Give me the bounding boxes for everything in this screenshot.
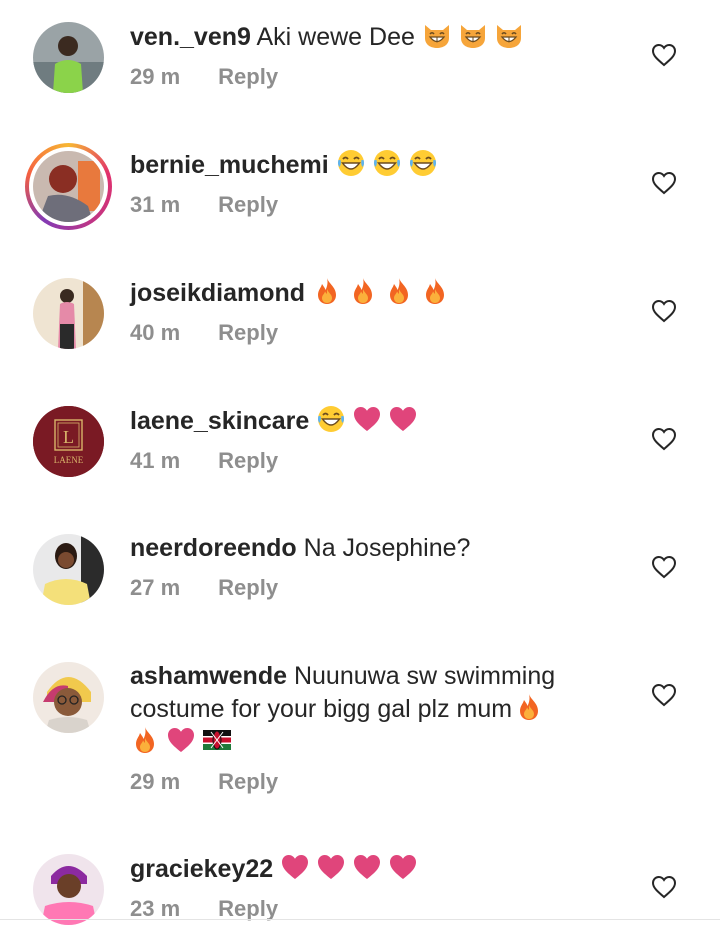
laene-logo[interactable]: L LAENE — [33, 406, 104, 477]
reply-button[interactable]: Reply — [218, 448, 278, 473]
comment-text: neerdoreendo Na Josephine? — [130, 532, 620, 564]
timestamp: 40 m — [130, 320, 181, 345]
laughing-face-icon — [316, 404, 346, 434]
heart-outline-icon[interactable] — [651, 299, 677, 323]
comment-body: ashamwende Nuunuwa sw swimming costume f… — [130, 660, 620, 795]
grinning-cat-icon — [422, 20, 452, 50]
avatar[interactable] — [33, 22, 104, 93]
comment-meta: 29 m Reply — [130, 64, 620, 90]
comment-meta: 41 m Reply — [130, 448, 620, 474]
username[interactable]: joseikdiamond — [130, 279, 305, 307]
reply-button[interactable]: Reply — [218, 575, 278, 600]
fire-icon — [514, 692, 544, 722]
username[interactable]: graciekey22 — [130, 855, 273, 883]
comment-text: graciekey22 — [130, 852, 620, 885]
heart-outline-icon[interactable] — [651, 555, 677, 579]
comment-body: ven._ven9 Aki wewe Dee 29 m Reply — [130, 20, 620, 90]
kenya-flag-icon — [202, 725, 232, 755]
pink-heart-icon — [316, 852, 346, 882]
comment-meta: 40 m Reply — [130, 320, 620, 346]
pink-heart-icon — [166, 725, 196, 755]
reply-button[interactable]: Reply — [218, 64, 278, 89]
timestamp: 27 m — [130, 575, 181, 600]
laughing-face-icon — [408, 148, 438, 178]
fire-icon — [384, 276, 414, 306]
timestamp: 31 m — [130, 192, 181, 217]
pink-heart-icon — [280, 852, 310, 882]
fire-icon — [130, 725, 160, 755]
comments-list: ven._ven9 Aki wewe Dee 29 m Reply bernie_… — [0, 0, 720, 925]
username[interactable]: laene_skincare — [130, 407, 309, 435]
avatar[interactable] — [25, 143, 112, 230]
timestamp: 29 m — [130, 769, 181, 794]
heart-outline-icon[interactable] — [651, 427, 677, 451]
comment-body: bernie_muchemi 31 m Reply — [130, 148, 620, 218]
comment-text: laene_skincare — [130, 404, 620, 437]
reply-button[interactable]: Reply — [218, 320, 278, 345]
logo-letter: L — [63, 427, 74, 447]
fire-icon — [348, 276, 378, 306]
heart-outline-icon[interactable] — [651, 683, 677, 707]
comment-text: ashamwende Nuunuwa sw swimming costume f… — [130, 660, 620, 758]
username[interactable]: ven._ven9 — [130, 23, 251, 51]
comment-body: neerdoreendo Na Josephine? 27 m Reply — [130, 532, 620, 601]
comment-text: bernie_muchemi — [130, 148, 620, 181]
username[interactable]: neerdoreendo — [130, 534, 297, 562]
comment-meta: 29 m Reply — [130, 769, 620, 795]
pink-heart-icon — [352, 852, 382, 882]
username[interactable]: ashamwende — [130, 662, 287, 690]
heart-outline-icon[interactable] — [651, 171, 677, 195]
comment-message: Nuunuwa sw swimming — [293, 662, 556, 690]
pink-heart-icon — [388, 404, 418, 434]
laughing-face-icon — [336, 148, 366, 178]
divider — [0, 919, 720, 920]
grinning-cat-icon — [494, 20, 524, 50]
avatar[interactable] — [33, 278, 104, 349]
reply-button[interactable]: Reply — [218, 896, 278, 921]
timestamp: 29 m — [130, 64, 181, 89]
grinning-cat-icon — [458, 20, 488, 50]
comment-text: joseikdiamond — [130, 276, 620, 309]
laughing-face-icon — [372, 148, 402, 178]
pink-heart-icon — [388, 852, 418, 882]
comment-body: laene_skincare 41 m Reply — [130, 404, 620, 474]
avatar[interactable] — [33, 662, 104, 733]
comment-message: Aki wewe Dee — [256, 23, 415, 51]
reply-button[interactable]: Reply — [218, 192, 278, 217]
reply-button[interactable]: Reply — [218, 769, 278, 794]
avatar[interactable] — [33, 534, 104, 605]
comment-message: Na Josephine? — [303, 534, 471, 562]
timestamp: 41 m — [130, 448, 181, 473]
comment-text: ven._ven9 Aki wewe Dee — [130, 20, 620, 53]
heart-outline-icon[interactable] — [651, 875, 677, 899]
fire-icon — [420, 276, 450, 306]
avatar[interactable] — [33, 854, 104, 925]
pink-heart-icon — [352, 404, 382, 434]
comment-meta: 31 m Reply — [130, 192, 620, 218]
fire-icon — [312, 276, 342, 306]
username[interactable]: bernie_muchemi — [130, 151, 329, 179]
timestamp: 23 m — [130, 896, 181, 921]
heart-outline-icon[interactable] — [651, 43, 677, 67]
comment-body: joseikdiamond 40 m Reply — [130, 276, 620, 346]
comment-meta: 27 m Reply — [130, 575, 620, 601]
comment-body: graciekey22 23 m Reply — [130, 852, 620, 922]
logo-text: LAENE — [54, 455, 84, 465]
comment-message: costume for your bigg gal plz mum — [130, 695, 513, 723]
